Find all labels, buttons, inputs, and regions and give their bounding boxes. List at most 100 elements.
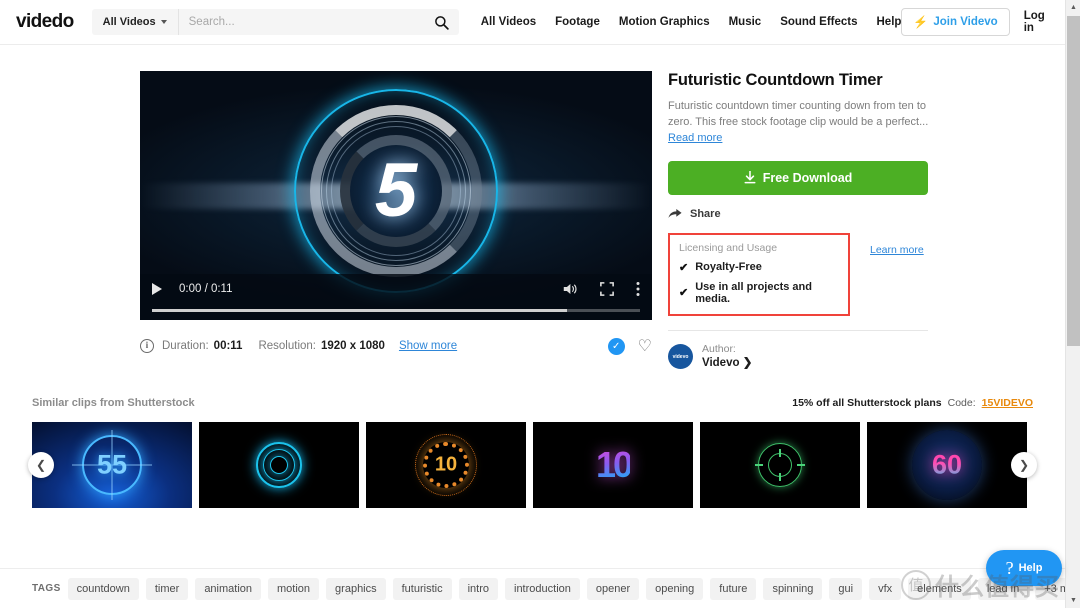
nav-item-footage[interactable]: Footage — [555, 16, 600, 28]
nav-item-sound-effects[interactable]: Sound Effects — [780, 16, 857, 28]
promo-code-value[interactable]: 15VIDEVO — [982, 397, 1033, 409]
tag-item[interactable]: motion — [268, 578, 319, 600]
promo-block: 15% off all Shutterstock plans Code: 15V… — [792, 397, 1033, 409]
tag-item[interactable]: gui — [829, 578, 862, 600]
tag-item[interactable]: elements — [908, 578, 971, 600]
videvo-logo[interactable]: videdo — [16, 11, 74, 33]
promo-text: 15% off all Shutterstock plans — [792, 397, 941, 409]
tag-item[interactable]: intro — [459, 578, 498, 600]
player-right-controls — [562, 281, 640, 297]
tag-item[interactable]: opener — [587, 578, 639, 600]
tag-item[interactable]: introduction — [505, 578, 580, 600]
avatar: videvo — [668, 344, 693, 369]
time-display: 0:00 / 0:11 — [179, 283, 233, 295]
scrollbar-down-arrow[interactable]: ▼ — [1066, 593, 1080, 608]
read-more-link[interactable]: Read more — [668, 132, 722, 144]
chevron-down-icon — [161, 20, 167, 24]
carousel-prev-button[interactable]: ❮ — [28, 452, 54, 478]
similar-clips-carousel: ❮ 55 10 10 — [32, 422, 1033, 508]
tag-item[interactable]: countdown — [68, 578, 139, 600]
carousel-next-button[interactable]: ❯ — [1011, 452, 1037, 478]
similar-clips-section: Similar clips from Shutterstock 15% off … — [0, 392, 1065, 508]
share-button[interactable]: Share — [668, 208, 936, 220]
help-button[interactable]: ? Help — [986, 550, 1062, 586]
info-icon: i — [140, 339, 154, 353]
show-more-link[interactable]: Show more — [399, 340, 457, 352]
thumb-10-neon[interactable]: 10 — [533, 422, 693, 508]
duration-value: 00:11 — [214, 340, 243, 352]
search-bar: All Videos — [92, 9, 459, 35]
page-title: Futuristic Countdown Timer — [668, 71, 936, 90]
thumb-green-target[interactable] — [700, 422, 860, 508]
join-videvo-button[interactable]: ⚡ Join Videvo — [901, 8, 1009, 36]
countdown-digit: 5 — [375, 153, 417, 229]
thumb-60-neon[interactable]: 60 — [867, 422, 1027, 508]
detail-column: Futuristic Countdown Timer Futuristic co… — [668, 71, 936, 370]
player-controls-row: 0:00 / 0:11 — [140, 274, 652, 304]
thumb-cyan-rings[interactable] — [199, 422, 359, 508]
volume-icon[interactable] — [562, 282, 578, 296]
free-download-label: Free Download — [763, 171, 853, 185]
verified-check-icon[interactable]: ✓ — [608, 338, 625, 355]
nav-item-motion-graphics[interactable]: Motion Graphics — [619, 16, 710, 28]
author-block[interactable]: videvo Author: Videvo ❯ — [668, 343, 936, 371]
similar-clips-header: Similar clips from Shutterstock 15% off … — [32, 392, 1033, 414]
thumb-10-orange[interactable]: 10 — [366, 422, 526, 508]
duration-label: Duration: — [162, 340, 209, 352]
author-label: Author: — [702, 343, 752, 356]
tag-item[interactable]: timer — [146, 578, 188, 600]
thumb-number: 55 — [97, 450, 127, 481]
search-submit-button[interactable] — [425, 9, 459, 35]
tags-bar: TAGS countdown timer animation motion gr… — [0, 568, 1065, 608]
search-category-dropdown[interactable]: All Videos — [92, 9, 179, 35]
licensing-box: Licensing and Usage ✔ Royalty-Free ✔ Use… — [668, 233, 850, 316]
nav-item-help[interactable]: Help — [877, 16, 902, 28]
free-download-button[interactable]: Free Download — [668, 161, 928, 195]
tag-item[interactable]: vfx — [869, 578, 901, 600]
main-content: 5 0:00 / 0:11 — [0, 45, 1080, 370]
share-icon — [668, 208, 682, 220]
metadata-actions: ✓ ♡ — [608, 336, 652, 356]
player-controls: 0:00 / 0:11 — [140, 274, 652, 320]
target-tick-top — [779, 449, 781, 457]
main-nav: All Videos Footage Motion Graphics Music… — [481, 16, 902, 28]
resolution-value: 1920 x 1080 — [321, 340, 385, 352]
tag-item[interactable]: opening — [646, 578, 703, 600]
tags-label: TAGS — [32, 583, 61, 594]
learn-more-link[interactable]: Learn more — [870, 244, 924, 256]
search-icon — [434, 15, 449, 30]
header-actions: ⚡ Join Videvo Log in — [901, 8, 1065, 36]
tag-item[interactable]: animation — [195, 578, 261, 600]
nav-item-all-videos[interactable]: All Videos — [481, 16, 536, 28]
thumb-number: 10 — [435, 454, 457, 477]
tag-item[interactable]: futuristic — [393, 578, 452, 600]
tag-item[interactable]: spinning — [763, 578, 822, 600]
licensing-heading: Licensing and Usage — [679, 242, 839, 254]
thumb-number: 10 — [596, 444, 630, 486]
nav-item-music[interactable]: Music — [729, 16, 762, 28]
player-column: 5 0:00 / 0:11 — [140, 71, 660, 370]
license-item-label: Royalty-Free — [695, 261, 762, 273]
video-metadata-row: i Duration: 00:11 Resolution: 1920 x 108… — [140, 336, 652, 356]
progress-bar[interactable] — [152, 309, 640, 312]
scrollbar-thumb[interactable] — [1067, 16, 1080, 346]
login-link[interactable]: Log in — [1024, 10, 1049, 34]
video-player[interactable]: 5 0:00 / 0:11 — [140, 71, 652, 320]
scrollbar-up-arrow[interactable]: ▲ — [1066, 0, 1080, 15]
more-options-icon[interactable] — [636, 281, 640, 297]
tag-item[interactable]: future — [710, 578, 756, 600]
resolution-label: Resolution: — [258, 340, 316, 352]
thumb-55-blue[interactable]: 55 — [32, 422, 192, 508]
author-text: Author: Videvo ❯ — [702, 343, 752, 371]
tag-item[interactable]: graphics — [326, 578, 386, 600]
page-scrollbar[interactable]: ▲ ▼ — [1065, 0, 1080, 608]
play-icon[interactable] — [152, 283, 162, 295]
video-description: Futuristic countdown timer counting down… — [668, 99, 936, 147]
heart-icon[interactable]: ♡ — [638, 336, 652, 356]
site-header: videdo All Videos All Videos Footage Mot… — [0, 0, 1065, 45]
search-input[interactable] — [179, 9, 425, 35]
fullscreen-icon[interactable] — [600, 282, 614, 296]
section-divider — [668, 330, 928, 331]
license-item-all-projects: ✔ Use in all projects and media. — [679, 281, 839, 305]
target-tick-left — [755, 464, 763, 466]
